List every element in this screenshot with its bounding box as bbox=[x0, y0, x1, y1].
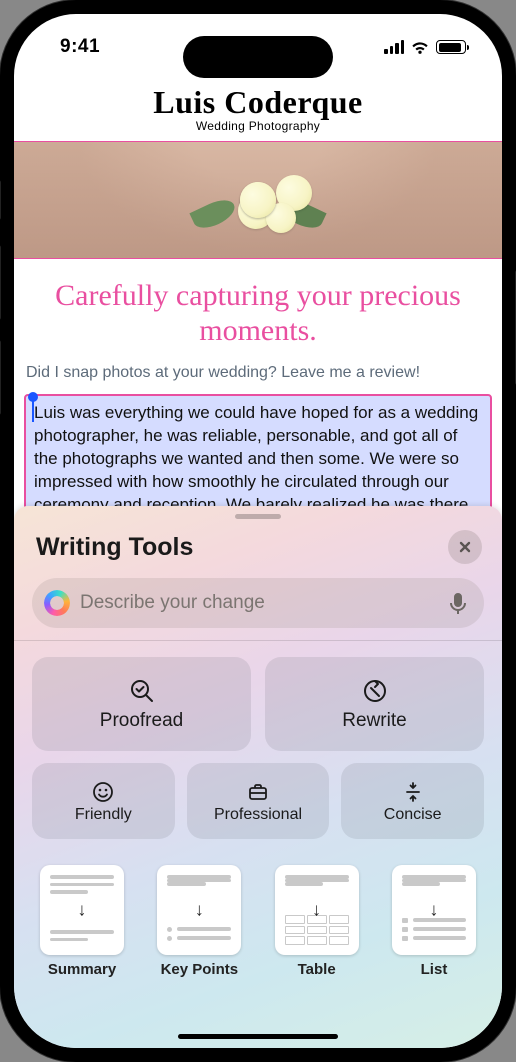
friendly-label: Friendly bbox=[75, 806, 132, 824]
rewrite-button[interactable]: Rewrite bbox=[265, 657, 484, 751]
battery-icon bbox=[436, 40, 466, 54]
smile-icon bbox=[90, 779, 116, 805]
list-label: List bbox=[421, 961, 448, 978]
tagline: Carefully capturing your precious moment… bbox=[14, 259, 502, 362]
bouquet-illustration bbox=[198, 155, 318, 245]
arrow-down-icon: ↓ bbox=[195, 900, 204, 921]
describe-change-placeholder: Describe your change bbox=[80, 592, 438, 614]
arrow-down-icon: ↓ bbox=[312, 900, 321, 921]
table-label: Table bbox=[298, 961, 336, 978]
microphone-icon[interactable] bbox=[448, 592, 468, 614]
text-caret bbox=[32, 400, 34, 422]
professional-button[interactable]: Professional bbox=[187, 763, 330, 839]
summary-label: Summary bbox=[48, 961, 116, 978]
photographer-name: Luis Coderque bbox=[14, 84, 502, 121]
rewrite-label: Rewrite bbox=[342, 710, 406, 732]
concise-icon bbox=[400, 779, 426, 805]
arrow-down-icon: ↓ bbox=[78, 900, 87, 921]
dynamic-island bbox=[183, 36, 333, 78]
close-icon bbox=[458, 540, 472, 554]
summary-button[interactable]: ↓ bbox=[40, 865, 124, 955]
review-prompt: Did I snap photos at your wedding? Leave… bbox=[14, 362, 502, 392]
proofread-button[interactable]: Proofread bbox=[32, 657, 251, 751]
table-button[interactable]: ↓ bbox=[275, 865, 359, 955]
rewrite-icon bbox=[360, 676, 390, 706]
key-points-button[interactable]: ↓ bbox=[157, 865, 241, 955]
apple-intelligence-icon bbox=[44, 590, 70, 616]
list-button[interactable]: ↓ bbox=[392, 865, 476, 955]
describe-change-input[interactable]: Describe your change bbox=[32, 578, 484, 628]
concise-button[interactable]: Concise bbox=[341, 763, 484, 839]
magnifier-check-icon bbox=[127, 676, 157, 706]
site-header: Luis Coderque Wedding Photography bbox=[14, 80, 502, 141]
cellular-icon bbox=[384, 40, 404, 54]
key-points-label: Key Points bbox=[161, 961, 239, 978]
professional-label: Professional bbox=[214, 806, 302, 824]
photographer-subtitle: Wedding Photography bbox=[14, 119, 502, 133]
arrow-down-icon: ↓ bbox=[429, 900, 438, 921]
concise-label: Concise bbox=[384, 806, 442, 824]
home-indicator[interactable] bbox=[178, 1034, 338, 1039]
proofread-label: Proofread bbox=[100, 710, 183, 732]
close-button[interactable] bbox=[448, 530, 482, 564]
friendly-button[interactable]: Friendly bbox=[32, 763, 175, 839]
briefcase-icon bbox=[245, 779, 271, 805]
status-time: 9:41 bbox=[60, 36, 100, 58]
panel-title: Writing Tools bbox=[36, 533, 193, 562]
hero-image bbox=[14, 141, 502, 259]
wifi-icon bbox=[410, 39, 430, 55]
writing-tools-panel: Writing Tools Describe your change bbox=[14, 506, 502, 1048]
